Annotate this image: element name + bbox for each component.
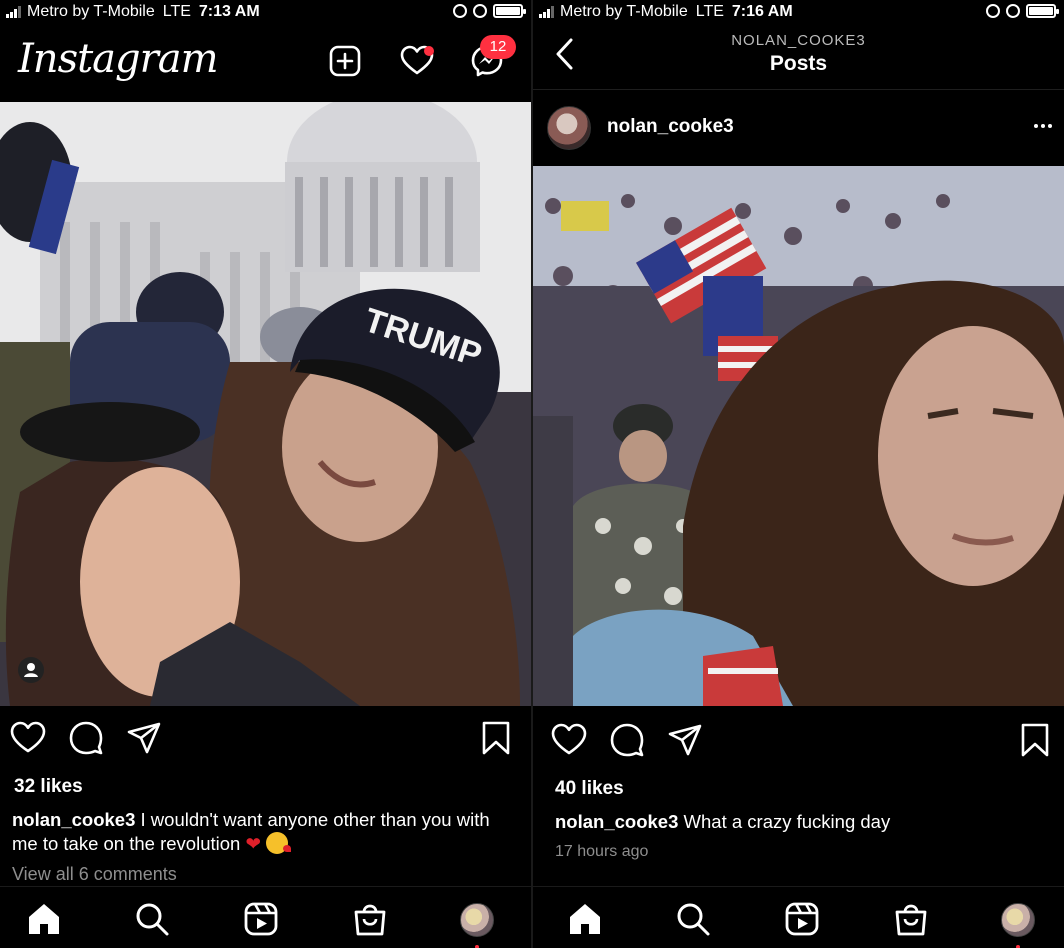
post-caption: nolan_cooke3 I wouldn't want anyone othe… xyxy=(12,808,517,857)
right-screen: Metro by T-Mobile LTE 7:16 AM NOLAN_COOK… xyxy=(533,0,1064,948)
like-heart-icon[interactable] xyxy=(10,720,46,756)
search-icon[interactable] xyxy=(675,901,711,937)
app-header: Instagram 12 xyxy=(0,28,531,100)
network-type: LTE xyxy=(695,3,724,20)
instagram-logo[interactable]: Instagram xyxy=(18,36,219,82)
post-photo[interactable] xyxy=(533,166,1064,706)
carrier-name: Metro by T-Mobile xyxy=(560,3,688,20)
post-photo-image xyxy=(533,166,1064,706)
clock: 7:16 AM xyxy=(731,3,793,20)
home-icon[interactable] xyxy=(26,901,62,937)
carrier-name: Metro by T-Mobile xyxy=(27,3,155,20)
battery-icon xyxy=(493,4,526,18)
post-actions xyxy=(533,718,1064,766)
signal-icon xyxy=(6,6,21,18)
tagged-user-icon[interactable] xyxy=(18,657,44,683)
caption-text: What a crazy fucking day xyxy=(683,811,891,832)
profile-avatar[interactable] xyxy=(1001,903,1035,937)
new-post-icon[interactable] xyxy=(328,44,362,78)
alarm-icon xyxy=(473,4,487,18)
comment-icon[interactable] xyxy=(68,720,104,756)
view-comments-link[interactable]: View all 6 comments xyxy=(12,864,177,885)
caption-username[interactable]: nolan_cooke3 xyxy=(12,809,135,830)
share-icon[interactable] xyxy=(126,720,162,756)
post-photo[interactable]: TRUMP xyxy=(0,102,531,706)
post-author-row: nolan_cooke3 xyxy=(533,92,1064,164)
save-bookmark-icon[interactable] xyxy=(1017,722,1053,758)
activity-notification-dot xyxy=(424,46,434,56)
likes-count[interactable]: 32 likes xyxy=(14,776,83,798)
like-heart-icon[interactable] xyxy=(551,722,587,758)
save-bookmark-icon[interactable] xyxy=(478,720,514,756)
network-type: LTE xyxy=(162,3,191,20)
comment-icon[interactable] xyxy=(609,722,645,758)
home-icon[interactable] xyxy=(567,901,603,937)
more-options-icon[interactable] xyxy=(1034,124,1052,128)
profile-name: NOLAN_COOKE3 xyxy=(731,32,866,49)
lock-rotation-icon xyxy=(986,4,1000,18)
red-heart-emoji: ❤ xyxy=(245,834,261,855)
shop-icon[interactable] xyxy=(893,901,929,937)
likes-count[interactable]: 40 likes xyxy=(555,778,624,800)
reels-icon[interactable] xyxy=(784,901,820,937)
profile-avatar[interactable] xyxy=(460,903,494,937)
shop-icon[interactable] xyxy=(352,901,388,937)
alarm-icon xyxy=(1006,4,1020,18)
clock: 7:13 AM xyxy=(198,3,260,20)
caption-username[interactable]: nolan_cooke3 xyxy=(555,811,678,832)
signal-icon xyxy=(539,6,554,18)
post-photo-image: TRUMP xyxy=(0,102,531,706)
battery-icon xyxy=(1026,4,1059,18)
face-blowing-kiss-emoji xyxy=(266,832,292,854)
messages-badge: 12 xyxy=(480,35,516,59)
page-title: Posts xyxy=(769,52,828,75)
share-icon[interactable] xyxy=(667,722,703,758)
bottom-nav xyxy=(533,886,1064,948)
search-icon[interactable] xyxy=(134,901,170,937)
lock-rotation-icon xyxy=(453,4,467,18)
bottom-nav xyxy=(0,886,531,948)
left-screen: Metro by T-Mobile LTE 7:13 AM Instagram … xyxy=(0,0,531,948)
author-avatar[interactable] xyxy=(547,106,591,150)
post-actions xyxy=(0,716,531,764)
posts-header: NOLAN_COOKE3 Posts xyxy=(533,24,1064,90)
post-caption: nolan_cooke3 What a crazy fucking day xyxy=(555,810,1050,834)
status-bar: Metro by T-Mobile LTE 7:13 AM xyxy=(0,0,531,24)
author-username[interactable]: nolan_cooke3 xyxy=(607,116,734,138)
post-timestamp: 17 hours ago xyxy=(555,843,649,860)
reels-icon[interactable] xyxy=(243,901,279,937)
status-bar: Metro by T-Mobile LTE 7:16 AM xyxy=(533,0,1064,24)
